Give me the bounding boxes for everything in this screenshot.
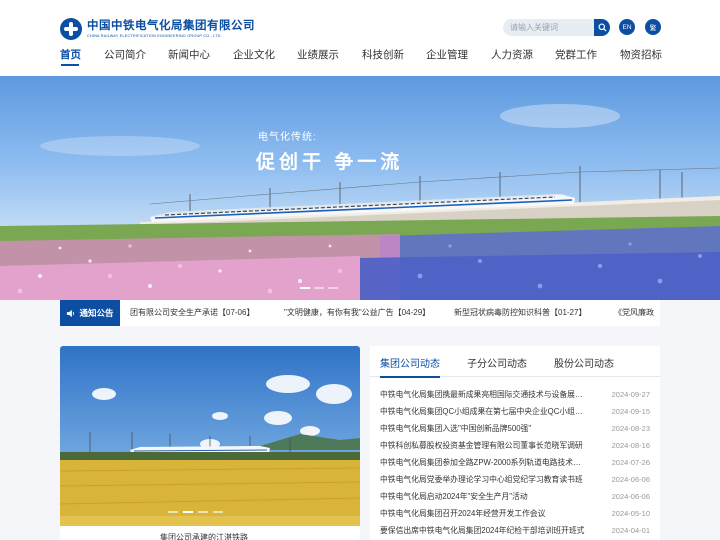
news-date: 2024-05-10 [611,509,650,518]
news-list-item[interactable]: 中铁电气化局集团召开2024年经营开发工作会议 2024-05-10 [380,505,650,522]
news-date: 2024-09-27 [611,390,650,399]
news-date: 2024-08-16 [611,441,650,450]
site-header: 中国中铁电气化局集团有限公司 CHINA RAILWAY ELECTRIFICA… [0,0,720,76]
nav-about[interactable]: 公司简介 [104,46,146,64]
news-tab-bar: 集团公司动态 子分公司动态 股份公司动态 [370,346,660,378]
news-title[interactable]: 中铁电气化局集团携最新成果亮相国际交通技术与设备展览会 [380,386,585,403]
news-date: 2024-06-06 [611,475,650,484]
search-input[interactable] [503,19,594,36]
feature-dot[interactable] [183,511,193,513]
news-title[interactable]: 要保信出席中铁电气化局集团2024年纪检干部培训班开班式 [380,522,585,539]
company-logo[interactable]: 中国中铁电气化局集团有限公司 CHINA RAILWAY ELECTRIFICA… [60,18,255,40]
banner-pager [300,287,338,289]
nav-management[interactable]: 企业管理 [426,46,468,64]
main-nav: 首页 公司简介 新闻中心 企业文化 业绩展示 科技创新 企业管理 人力资源 党群… [0,46,720,66]
nav-hr[interactable]: 人力资源 [491,46,533,64]
news-list-item[interactable]: 中铁科创私募股权投资基金管理有限公司董事长范晓军调研 2024-08-16 [380,437,650,454]
banner-scene [0,104,720,300]
banner-dot[interactable] [300,287,310,289]
speaker-icon [67,309,75,317]
news-panel: 集团公司动态 子分公司动态 股份公司动态 中铁电气化局集团携最新成果亮相国际交通… [370,346,660,540]
news-list-item[interactable]: 中铁电气化局启动2024年"安全生产月"活动 2024-06-06 [380,488,650,505]
search-box [503,19,610,36]
notice-item[interactable]: 新型冠状病毒防控知识科普【01-27】 [454,300,586,326]
nav-achievements[interactable]: 业绩展示 [297,46,339,64]
news-list-item[interactable]: 中铁电气化局集团入选"中国创新品牌500强" 2024-08-23 [380,420,650,437]
banner-title: 促创干 争一流 [256,152,404,173]
notice-item[interactable]: 团有限公司安全生产承诺【07-06】 [130,300,254,326]
lang-en-button[interactable]: EN [619,19,635,35]
tab-active-indicator [380,376,440,378]
news-title[interactable]: 中铁电气化局集团召开2024年经营开发工作会议 [380,505,585,522]
feature-image-card[interactable]: 集团公司承建的江湛铁路 [60,346,360,540]
news-list-item[interactable]: 中铁电气化局集团QC小组成果在第七届中央企业QC小组成果发表赛中获奖 2024-… [380,403,650,420]
feature-dot[interactable] [213,511,223,513]
nav-culture[interactable]: 企业文化 [233,46,275,64]
news-list-item[interactable]: 中铁电气化局集团参加全路ZPW-2000系列轨道电路技术交流会 2024-07-… [380,454,650,471]
search-button[interactable] [594,19,610,36]
news-list-item[interactable]: 要保信出席中铁电气化局集团2024年纪检干部培训班开班式 2024-04-01 [380,522,650,539]
news-date: 2024-09-15 [611,407,650,416]
feature-caption[interactable]: 集团公司承建的江湛铁路 [160,532,248,540]
banner-subtitle: 电气化传统: [258,132,317,143]
logo-chinese-name: 中国中铁电气化局集团有限公司 [87,19,255,32]
news-title[interactable]: 中铁电气化局集团参加全路ZPW-2000系列轨道电路技术交流会 [380,454,585,471]
nav-news[interactable]: 新闻中心 [168,46,210,64]
nav-technology[interactable]: 科技创新 [362,46,404,64]
news-date: 2024-04-01 [611,526,650,535]
nav-party[interactable]: 党群工作 [555,46,597,64]
news-title[interactable]: 中铁电气化局党委举办理论学习中心组党纪学习教育读书班 [380,471,585,488]
feature-dot[interactable] [198,511,208,513]
logo-emblem-icon [60,18,82,40]
feature-pager [168,511,223,513]
notice-item[interactable]: "文明健康，有你有我"公益广告【04-29】 [284,300,430,326]
news-date: 2024-06-06 [611,492,650,501]
news-title[interactable]: 中铁科创私募股权投资基金管理有限公司董事长范晓军调研 [380,437,585,454]
feature-dot[interactable] [168,511,178,513]
notice-tag-label: 通知公告 [79,308,114,318]
notice-marquee: 团有限公司安全生产承诺【07-06】 "文明健康，有你有我"公益广告【04-29… [130,300,660,326]
tab-group-news[interactable]: 集团公司动态 [380,346,440,384]
banner-dot[interactable] [328,287,338,289]
news-date: 2024-07-26 [611,458,650,467]
news-date: 2024-08-23 [611,424,650,433]
news-title[interactable]: 中铁电气化局集团QC小组成果在第七届中央企业QC小组成果发表赛中获奖 [380,403,585,420]
notice-tag[interactable]: 通知公告 [60,300,120,326]
news-list-item[interactable]: 中铁电气化局党委举办理论学习中心组党纪学习教育读书班 2024-06-06 [380,471,650,488]
lang-traditional-button[interactable]: 繁 [645,19,661,35]
logo-english-name: CHINA RAILWAY ELECTRIFICATION ENGINEERIN… [87,32,222,38]
notice-bar: 通知公告 团有限公司安全生产承诺【07-06】 "文明健康，有你有我"公益广告【… [60,300,660,326]
tab-corporation-news[interactable]: 股份公司动态 [554,346,614,384]
news-title[interactable]: 中铁电气化局集团入选"中国创新品牌500强" [380,420,585,437]
news-list-item[interactable]: 中铁电气化局集团携最新成果亮相国际交通技术与设备展览会 2024-09-27 [380,386,650,403]
news-title[interactable]: 中铁电气化局启动2024年"安全生产月"活动 [380,488,585,505]
nav-bidding[interactable]: 物资招标 [620,46,662,64]
nav-home[interactable]: 首页 [60,46,81,64]
tab-subsidiary-news[interactable]: 子分公司动态 [467,346,527,384]
notice-item[interactable]: 《党风廉政 [614,300,654,326]
banner-dot[interactable] [314,287,324,289]
search-icon [597,23,607,32]
hero-banner[interactable]: 电气化传统: 促创干 争一流 [0,76,720,300]
feature-caption-bar: 集团公司承建的江湛铁路 [60,526,360,540]
nav-active-indicator [61,64,79,66]
